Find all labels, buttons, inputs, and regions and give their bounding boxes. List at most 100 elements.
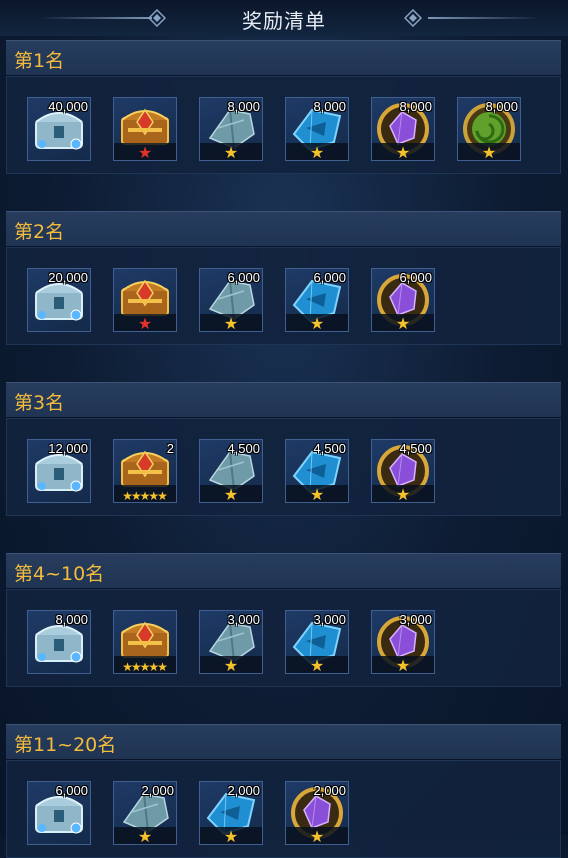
star-icon: ★ xyxy=(137,314,153,333)
star-icon: ★ xyxy=(395,314,411,333)
reward-quantity: 40,000 xyxy=(48,99,88,114)
reward-item[interactable]: 2 ★★★★★ xyxy=(113,439,177,503)
reward-item[interactable]: 8,000 xyxy=(27,610,91,674)
reward-quantity: 2,000 xyxy=(141,783,174,798)
reward-quantity: 6,000 xyxy=(227,270,260,285)
reward-item[interactable]: 2,000 ★ xyxy=(199,781,263,845)
star-icon: ★ xyxy=(309,314,325,333)
star-rating: ★ xyxy=(200,143,262,162)
reward-item[interactable]: 6,000 xyxy=(27,781,91,845)
reward-item[interactable]: 8,000 ★ xyxy=(457,97,521,161)
star-rating: ★ xyxy=(200,656,262,675)
star-rating: ★ xyxy=(200,485,262,504)
star-icon: ★ xyxy=(481,143,497,162)
star-rating: ★★★★★ xyxy=(114,485,176,503)
rank-header: 第4~10名 xyxy=(6,553,561,589)
reward-item[interactable]: 3,000 ★ xyxy=(285,610,349,674)
title-divider-right xyxy=(428,17,540,19)
reward-list: 6,000 2,000 ★ 2,000 ★ 2,000 ★ xyxy=(6,760,561,858)
star-rating: ★ xyxy=(286,485,348,504)
reward-item[interactable]: ★ xyxy=(113,268,177,332)
star-rating: ★ xyxy=(286,314,348,333)
reward-quantity: 6,000 xyxy=(313,270,346,285)
reward-quantity: 6,000 xyxy=(55,783,88,798)
reward-quantity: 8,000 xyxy=(399,99,432,114)
star-icon: ★ xyxy=(157,489,168,503)
rank-section: 第2名 20,000 ★ 6,000 ★ 6,000 ★ 6,000 ★ xyxy=(6,211,561,345)
reward-quantity: 2,000 xyxy=(227,783,260,798)
star-icon: ★ xyxy=(223,656,239,675)
reward-item[interactable]: 3,000 ★ xyxy=(371,610,435,674)
rank-section: 第4~10名 8,000 ★★★★★ 3,000 ★ 3,000 ★ 3,000 ★ xyxy=(6,553,561,687)
rank-header: 第3名 xyxy=(6,382,561,418)
star-icon: ★ xyxy=(309,485,325,504)
reward-list: 12,000 2 ★★★★★ 4,500 ★ 4,500 ★ 4,500 ★ xyxy=(6,418,561,516)
page-title: 奖励清单 xyxy=(242,9,326,33)
star-icon: ★ xyxy=(223,143,239,162)
reward-item[interactable]: 8,000 ★ xyxy=(371,97,435,161)
rank-label: 第3名 xyxy=(14,392,65,414)
star-icon: ★ xyxy=(223,485,239,504)
star-rating: ★ xyxy=(286,143,348,162)
reward-item[interactable]: 40,000 xyxy=(27,97,91,161)
reward-item[interactable]: ★★★★★ xyxy=(113,610,177,674)
star-icon: ★ xyxy=(309,143,325,162)
reward-item[interactable]: 2,000 ★ xyxy=(285,781,349,845)
rank-header: 第1名 xyxy=(6,40,561,76)
title-bar: 奖励清单 xyxy=(0,0,568,36)
reward-quantity: 8,000 xyxy=(55,612,88,627)
rank-section: 第11~20名 6,000 2,000 ★ 2,000 ★ 2,000 ★ xyxy=(6,724,561,858)
star-icon: ★ xyxy=(137,143,153,162)
star-rating: ★ xyxy=(200,314,262,333)
rank-section: 第3名 12,000 2 ★★★★★ 4,500 ★ 4,500 ★ 4,500 ★ xyxy=(6,382,561,516)
star-rating: ★ xyxy=(372,656,434,675)
reward-quantity: 2,000 xyxy=(313,783,346,798)
star-rating: ★ xyxy=(286,656,348,675)
rank-label: 第1名 xyxy=(14,50,65,72)
reward-quantity: 3,000 xyxy=(399,612,432,627)
star-rating: ★ xyxy=(458,143,520,162)
reward-list: 40,000 ★ 8,000 ★ 8,000 ★ 8,000 ★ 8,000 ★ xyxy=(6,76,561,174)
reward-item[interactable]: 20,000 xyxy=(27,268,91,332)
star-icon: ★ xyxy=(223,314,239,333)
reward-quantity: 2 xyxy=(166,441,174,456)
rank-header: 第11~20名 xyxy=(6,724,561,760)
reward-item[interactable]: 4,500 ★ xyxy=(285,439,349,503)
rank-section: 第1名 40,000 ★ 8,000 ★ 8,000 ★ 8,000 ★ 8,000 ★ xyxy=(6,40,561,174)
star-icon: ★ xyxy=(395,656,411,675)
reward-item[interactable]: 8,000 ★ xyxy=(285,97,349,161)
reward-quantity: 8,000 xyxy=(313,99,346,114)
rank-label: 第11~20名 xyxy=(14,734,117,756)
star-icon: ★ xyxy=(309,656,325,675)
reward-item[interactable]: 4,500 ★ xyxy=(199,439,263,503)
reward-quantity: 12,000 xyxy=(48,441,88,456)
star-icon: ★ xyxy=(395,143,411,162)
star-rating: ★ xyxy=(114,827,176,846)
reward-item[interactable]: 6,000 ★ xyxy=(371,268,435,332)
reward-item[interactable]: 6,000 ★ xyxy=(285,268,349,332)
reward-item[interactable]: 8,000 ★ xyxy=(199,97,263,161)
star-rating: ★ xyxy=(114,143,176,162)
star-rating: ★ xyxy=(286,827,348,845)
rank-header: 第2名 xyxy=(6,211,561,247)
star-icon: ★ xyxy=(223,827,239,846)
reward-item[interactable]: ★ xyxy=(113,97,177,161)
reward-quantity: 6,000 xyxy=(399,270,432,285)
reward-quantity: 3,000 xyxy=(313,612,346,627)
reward-quantity: 8,000 xyxy=(227,99,260,114)
star-icon: ★ xyxy=(157,660,168,674)
diamond-ornament-icon xyxy=(404,9,422,27)
star-rating: ★ xyxy=(372,143,434,162)
star-icon: ★ xyxy=(395,485,411,504)
reward-item[interactable]: 4,500 ★ xyxy=(371,439,435,503)
reward-item[interactable]: 3,000 ★ xyxy=(199,610,263,674)
star-rating: ★ xyxy=(200,827,262,846)
reward-quantity: 4,500 xyxy=(227,441,260,456)
star-rating: ★ xyxy=(372,485,434,504)
reward-item[interactable]: 6,000 ★ xyxy=(199,268,263,332)
reward-item[interactable]: 2,000 ★ xyxy=(113,781,177,845)
reward-quantity: 3,000 xyxy=(227,612,260,627)
reward-list: 8,000 ★★★★★ 3,000 ★ 3,000 ★ 3,000 ★ xyxy=(6,589,561,687)
reward-item[interactable]: 12,000 xyxy=(27,439,91,503)
star-icon: ★ xyxy=(137,827,153,846)
